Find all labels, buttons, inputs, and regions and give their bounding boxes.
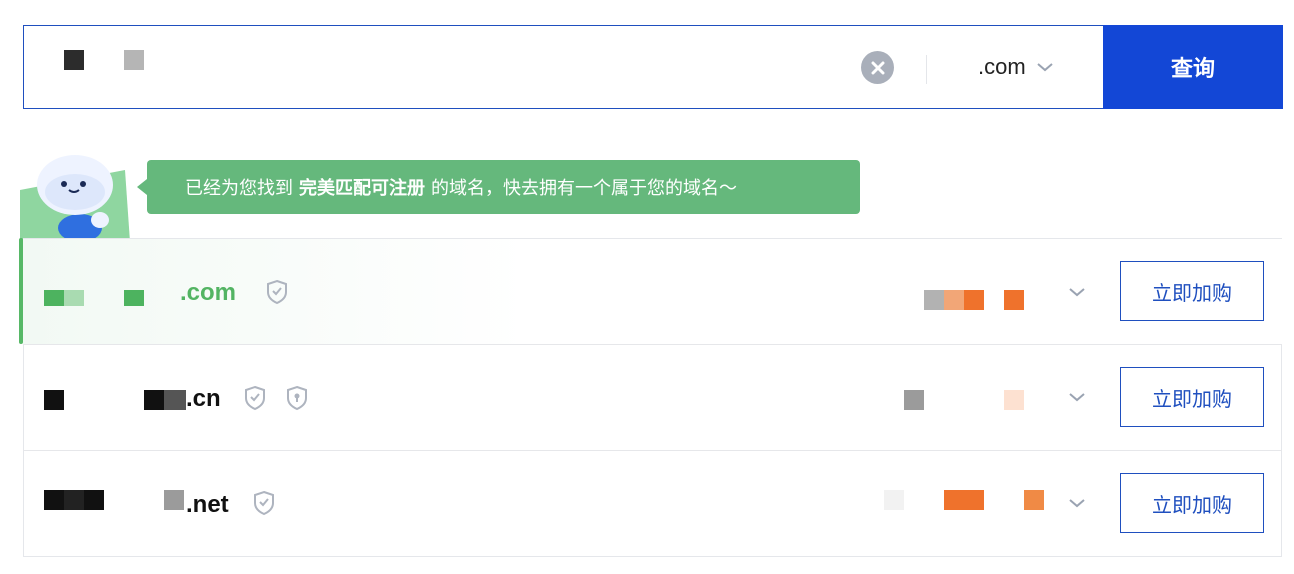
- close-icon: [871, 61, 884, 74]
- search-input[interactable]: [24, 26, 844, 108]
- buy-button[interactable]: 立即加购: [1120, 367, 1264, 427]
- chevron-down-icon[interactable]: [1068, 494, 1086, 512]
- clear-search-button[interactable]: [861, 51, 894, 84]
- domain-name-mask: [164, 390, 186, 410]
- price-mask: [924, 290, 944, 310]
- search-tip-banner: 已经为您找到 完美匹配可注册 的域名，快去拥有一个属于您的域名～: [137, 160, 860, 214]
- domain-name-mask: [44, 390, 64, 410]
- domain-name-mask: [124, 290, 144, 306]
- price-mask: [884, 490, 904, 510]
- price-mask: [1004, 390, 1024, 410]
- price-mask: [944, 490, 984, 510]
- price-mask: [1004, 290, 1024, 310]
- chevron-down-icon[interactable]: [1068, 283, 1086, 301]
- domain-suffix: .com: [180, 279, 237, 306]
- domain-name-mask: [44, 490, 64, 510]
- row-divider: [23, 344, 1282, 345]
- search-value-mask-2: [124, 50, 144, 70]
- buy-button[interactable]: 立即加购: [1120, 261, 1264, 321]
- suffix-select[interactable]: .com: [960, 50, 1054, 84]
- price-mask: [944, 290, 964, 310]
- shield-check-icon: [245, 385, 265, 411]
- tip-highlight: 完美匹配可注册: [299, 178, 425, 198]
- search-divider: [926, 55, 927, 84]
- domain-name-mask: [64, 490, 84, 510]
- row-divider: [23, 450, 1282, 451]
- domain-name-mask: [64, 290, 84, 306]
- search-button[interactable]: 查询: [1103, 25, 1283, 109]
- domain-suffix: .net: [186, 491, 229, 518]
- shield-icon: [267, 279, 287, 305]
- domain-search-bar[interactable]: [23, 25, 1282, 109]
- price-mask: [1024, 490, 1044, 510]
- suffix-select-value: .com: [978, 54, 1026, 79]
- price-mask: [964, 290, 984, 310]
- selected-row-accent: [19, 238, 23, 344]
- domain-suffix: .cn: [186, 385, 221, 412]
- domain-name-mask: [44, 290, 64, 306]
- buy-button[interactable]: 立即加购: [1120, 473, 1264, 533]
- chevron-down-icon: [1037, 63, 1053, 72]
- chevron-down-icon[interactable]: [1068, 388, 1086, 406]
- domain-name-mask: [144, 390, 164, 410]
- domain-name-mask: [84, 490, 104, 510]
- search-value-mask-1: [64, 50, 84, 70]
- mascot-illustration: [20, 150, 130, 242]
- price-mask: [904, 390, 924, 410]
- tip-prefix: 已经为您找到: [185, 178, 293, 198]
- tip-suffix: 的域名，快去拥有一个属于您的域名～: [431, 178, 737, 198]
- shield-lock-icon: [287, 385, 307, 411]
- domain-name-mask: [164, 490, 184, 510]
- shield-icon: [254, 490, 274, 516]
